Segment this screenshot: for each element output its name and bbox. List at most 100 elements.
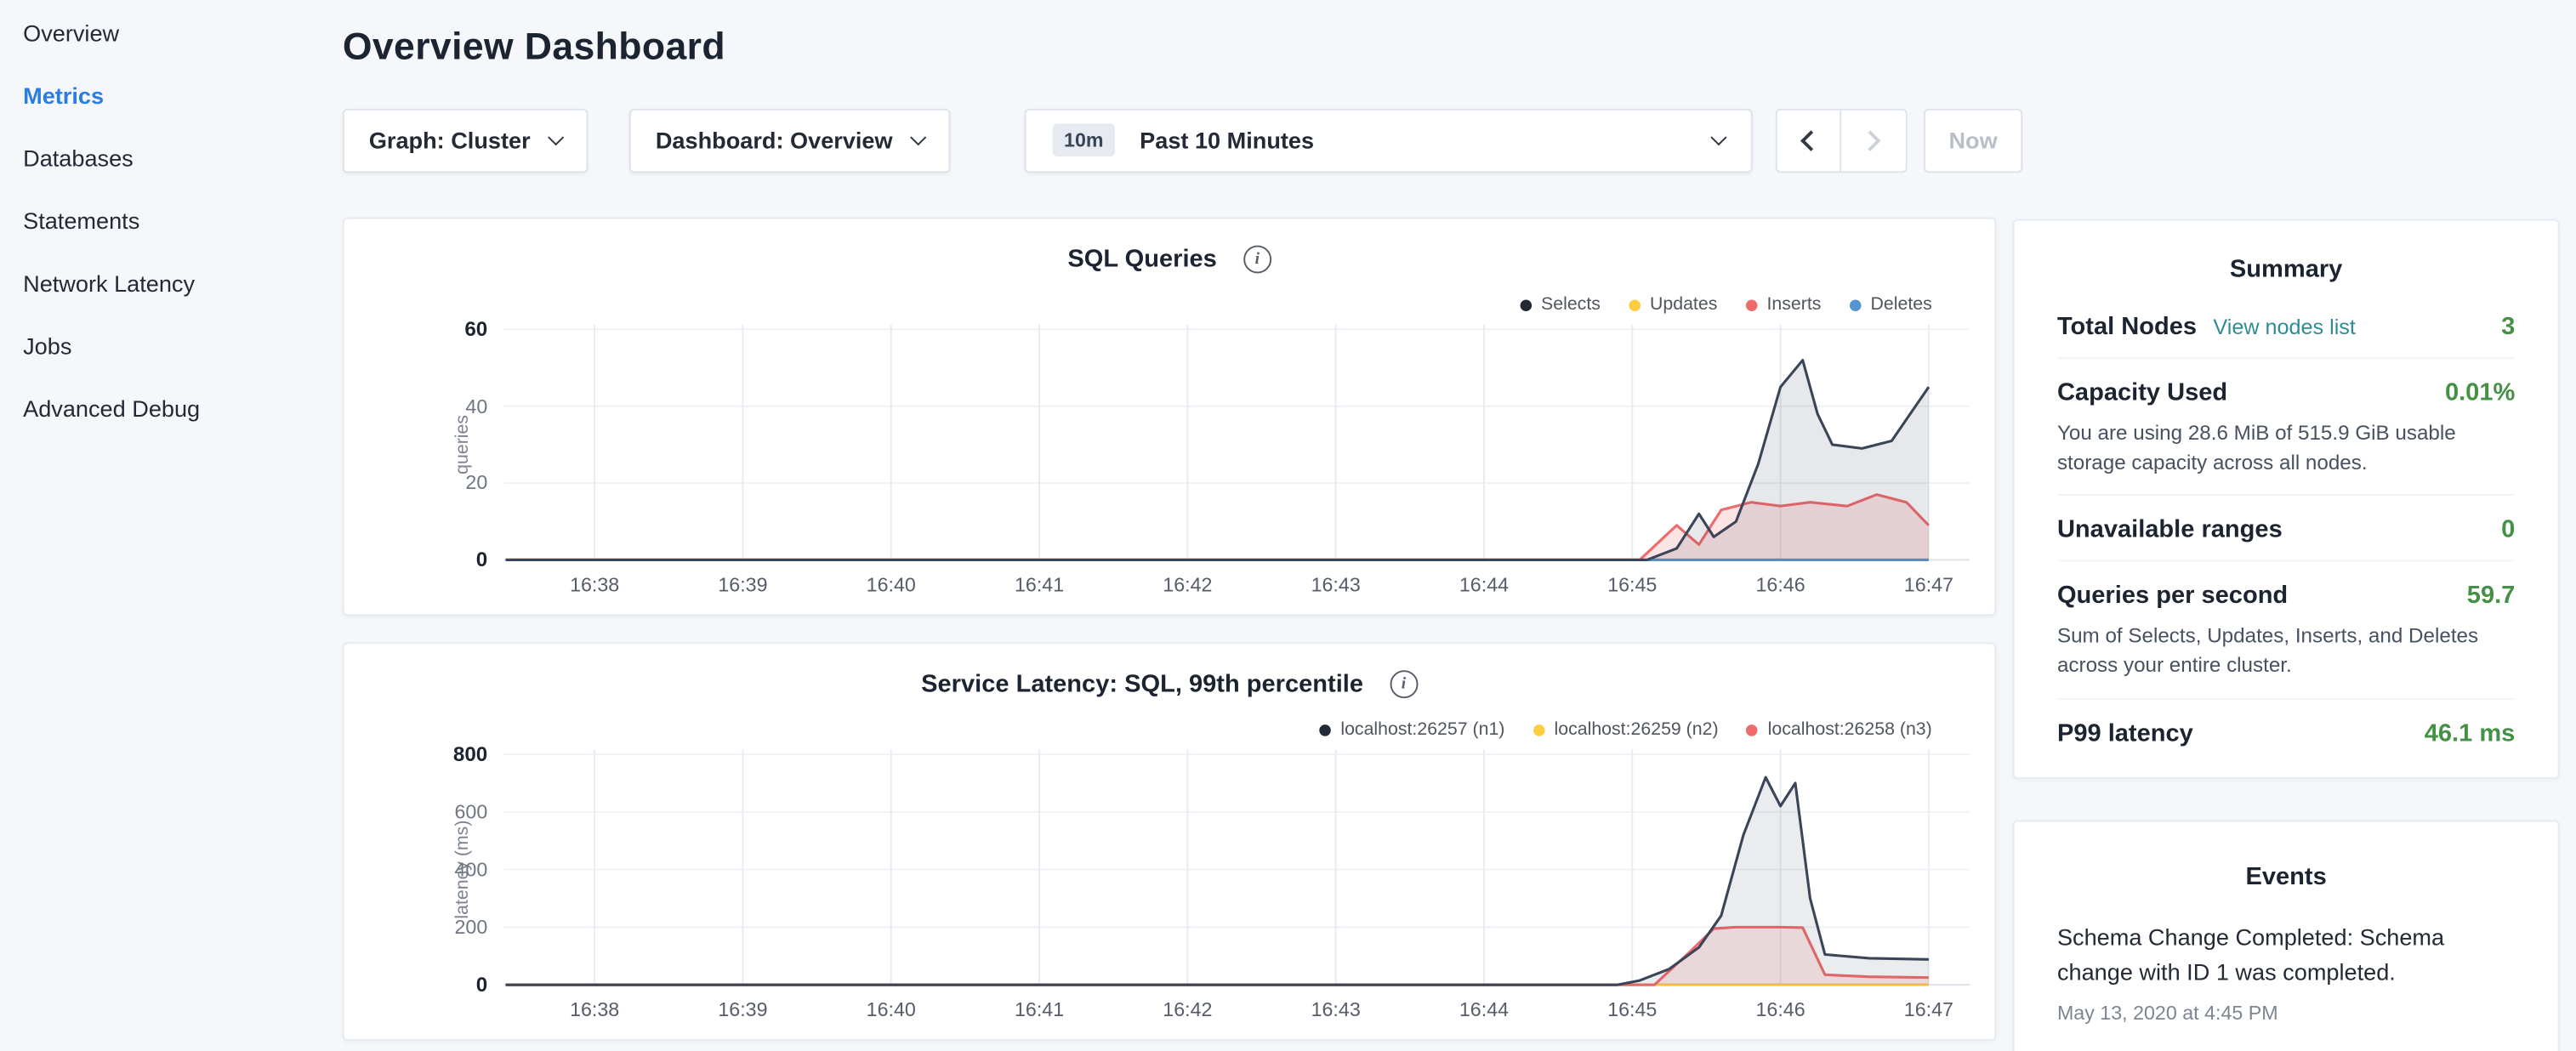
chart-plot-area: latency (ms) 020040060080016:3816:3916:4… (504, 746, 1970, 993)
x-tick-label: 16:44 (1435, 573, 1533, 596)
now-button[interactable]: Now (1924, 108, 2022, 173)
x-tick-label: 16:46 (1731, 998, 1829, 1021)
sidebar-item-network-latency[interactable]: Network Latency (0, 252, 313, 315)
time-prev-button[interactable] (1776, 108, 1841, 173)
y-tick-label: 600 (412, 800, 487, 823)
sidebar-item-advanced-debug[interactable]: Advanced Debug (0, 378, 313, 440)
summary-label: Capacity Used (2057, 378, 2227, 406)
legend-dot (1533, 724, 1544, 736)
summary-label: Queries per second (2057, 582, 2288, 610)
info-icon[interactable]: i (1243, 245, 1271, 273)
info-icon[interactable]: i (1390, 669, 1418, 697)
x-tick-label: 16:40 (842, 573, 941, 596)
sidebar: OverviewMetricsDatabasesStatementsNetwor… (0, 0, 313, 440)
legend-dot (1319, 724, 1331, 736)
x-tick-label: 16:38 (545, 573, 644, 596)
sidebar-item-jobs[interactable]: Jobs (0, 315, 313, 378)
controls-bar: Graph: Cluster Dashboard: Overview 10m P… (343, 107, 2022, 173)
event-item: Schema Change Completed: Schema change w… (2057, 920, 2515, 1025)
summary-title: Summary (2057, 250, 2515, 293)
legend-label: Inserts (1766, 295, 1821, 315)
summary-value: 0 (2501, 516, 2515, 544)
chevron-down-icon (548, 128, 564, 145)
summary-description: Sum of Selects, Updates, Inserts, and De… (2057, 622, 2515, 681)
summary-label: Total Nodes (2057, 313, 2197, 341)
view-nodes-list-link[interactable]: View nodes list (2213, 315, 2355, 339)
x-tick-label: 16:41 (990, 998, 1089, 1021)
legend-item: Inserts (1745, 295, 1821, 315)
chart-canvas[interactable] (504, 321, 1970, 569)
summary-row-head: Unavailable ranges 0 (2057, 516, 2515, 544)
summary-value: 46.1 ms (2425, 719, 2516, 747)
summary-panel: Summary Total Nodes View nodes list 3 Capac… (2013, 219, 2560, 779)
right-panel: Summary Total Nodes View nodes list 3 Capac… (2013, 219, 2560, 1051)
dashboard-dropdown[interactable]: Dashboard: Overview (629, 108, 951, 173)
sidebar-item-overview[interactable]: Overview (0, 2, 313, 65)
chart-legend: Selects Updates Inserts Deletes (1520, 295, 1932, 315)
legend-item: Deletes (1849, 295, 1931, 315)
legend-item: localhost:26259 (n2) (1533, 719, 1718, 739)
time-range-controls: 10m Past 10 Minutes Now (1025, 108, 2023, 173)
summary-row: Total Nodes View nodes list 3 (2057, 293, 2515, 358)
summary-row: Capacity Used 0.01% You are using 28.6 MiB… (2057, 357, 2515, 494)
x-tick-label: 16:46 (1731, 573, 1829, 596)
chart-title-row: Service Latency: SQL, 99th percentile i (344, 667, 1995, 700)
chevron-left-icon (1801, 129, 1823, 151)
legend-item: localhost:26257 (n1) (1319, 719, 1504, 739)
time-next-button[interactable] (1841, 108, 1907, 173)
summary-value: 59.7 (2467, 582, 2516, 610)
sidebar-item-metrics[interactable]: Metrics (0, 65, 313, 128)
summary-label: Unavailable ranges (2057, 516, 2283, 544)
time-range-badge: 10m (1052, 123, 1115, 156)
x-tick-label: 16:47 (1879, 998, 1978, 1021)
event-timestamp: May 13, 2020 at 4:45 PM (2057, 1001, 2515, 1024)
x-tick-label: 16:44 (1435, 998, 1533, 1021)
summary-value: 0.01% (2445, 378, 2515, 406)
y-tick-label: 200 (412, 916, 487, 939)
legend-item: Selects (1520, 295, 1601, 315)
events-title: Events (2057, 857, 2515, 900)
summary-row-head: P99 latency 46.1 ms (2057, 719, 2515, 747)
y-tick-label: 60 (412, 318, 487, 341)
graph-scope-dropdown[interactable]: Graph: Cluster (343, 108, 589, 173)
chart-plot-area: queries 020406016:3816:3916:4016:4116:42… (504, 321, 1970, 569)
x-tick-label: 16:43 (1287, 998, 1385, 1021)
chart-canvas[interactable] (504, 746, 1970, 993)
graph-scope-dropdown-label: Graph: Cluster (369, 127, 531, 153)
legend-dot (1520, 299, 1532, 311)
x-tick-label: 16:41 (990, 573, 1089, 596)
time-range-selector[interactable]: 10m Past 10 Minutes (1025, 108, 1753, 173)
chart-card-service-latency: Service Latency: SQL, 99th percentile i … (343, 642, 1996, 1041)
event-message: Schema Change Completed: Schema change w… (2057, 920, 2515, 991)
chevron-down-icon (1710, 128, 1726, 145)
legend-item: Updates (1629, 295, 1718, 315)
chevron-down-icon (910, 128, 926, 145)
y-tick-label: 400 (412, 858, 487, 881)
legend-label: localhost:26259 (n2) (1555, 719, 1719, 739)
summary-value: 3 (2501, 313, 2515, 341)
legend-dot (1745, 299, 1757, 311)
time-step-buttons (1776, 108, 1908, 173)
sidebar-item-statements[interactable]: Statements (0, 190, 313, 253)
events-panel: Events Schema Change Completed: Schema c… (2013, 820, 2560, 1051)
y-tick-label: 20 (412, 472, 487, 495)
summary-description: You are using 28.6 MiB of 515.9 GiB usab… (2057, 418, 2515, 478)
x-tick-label: 16:40 (842, 998, 941, 1021)
summary-label: P99 latency (2057, 719, 2193, 747)
y-tick-label: 0 (412, 548, 487, 571)
main-content: Overview Dashboard Graph: Cluster Dashbo… (343, 0, 2022, 1041)
legend-label: localhost:26257 (n1) (1340, 719, 1504, 739)
summary-row-head: Queries per second 59.7 (2057, 582, 2515, 610)
sidebar-item-databases[interactable]: Databases (0, 127, 313, 190)
legend-label: Selects (1541, 295, 1601, 315)
summary-row-head: Capacity Used 0.01% (2057, 378, 2515, 406)
summary-row: P99 latency 46.1 ms (2057, 697, 2515, 763)
x-tick-label: 16:43 (1287, 573, 1385, 596)
x-tick-label: 16:42 (1138, 998, 1237, 1021)
x-tick-label: 16:47 (1879, 573, 1978, 596)
chart-card-sql-queries: SQL Queries i SelectsUpdatesInsertsDelet… (343, 218, 1996, 616)
legend-dot (1747, 724, 1759, 736)
summary-row: Queries per second 59.7 Sum of Selects, Up… (2057, 560, 2515, 697)
legend-label: localhost:26258 (n3) (1768, 719, 1932, 739)
legend-label: Updates (1650, 295, 1717, 315)
